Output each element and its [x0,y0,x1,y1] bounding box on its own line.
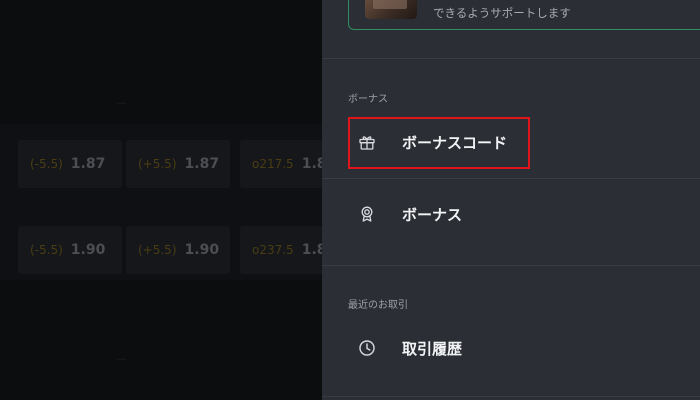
divider [322,396,700,397]
menu-item-transaction-history[interactable]: 取引履歴 [348,324,698,372]
clock-icon [356,337,378,359]
menu-item-bonus[interactable]: ボーナス [348,190,698,238]
badge-icon [356,203,378,225]
odds-cell[interactable]: (-5.5) 1.87 [18,140,122,188]
side-menu-panel: できるようサポートします ボーナス ボーナスコード ボーナス 最近のお取引 取引… [322,0,700,400]
odds-cell[interactable]: (-5.5) 1.90 [18,226,122,274]
odds-price: 1.87 [184,156,220,172]
odds-line: o217.5 [252,157,294,171]
menu-item-label: ボーナスコード [402,133,508,152]
odds-line: (+5.5) [138,157,177,171]
odds-price: 1.90 [70,242,106,258]
menu-item-bonus-code[interactable]: ボーナスコード [348,118,698,166]
background-faint-text: — [116,96,127,109]
background-page-overlay[interactable]: — (-5.5) 1.87 (+5.5) 1.87 o217.5 1.8 (-5… [0,0,344,400]
divider [322,265,700,266]
gift-icon [356,131,378,153]
odds-price: 1.87 [70,156,106,172]
divider [322,58,700,59]
promo-banner[interactable]: できるようサポートします [348,0,700,30]
menu-item-label: 取引履歴 [402,339,463,358]
odds-cell[interactable]: (+5.5) 1.87 [126,140,230,188]
odds-line: (-5.5) [30,157,63,171]
promo-text: できるようサポートします [433,6,571,20]
odds-line: (-5.5) [30,243,63,257]
odds-cell[interactable]: (+5.5) 1.90 [126,226,230,274]
divider [322,178,700,179]
section-label-recent-transactions: 最近のお取引 [348,300,408,311]
odds-line: (+5.5) [138,243,177,257]
menu-item-label: ボーナス [402,205,463,224]
odds-line: o237.5 [252,243,294,257]
background-faint-text: — [116,352,127,365]
screen: — (-5.5) 1.87 (+5.5) 1.87 o217.5 1.8 (-5… [0,0,700,400]
promo-image [365,0,417,19]
odds-price: 1.90 [184,242,220,258]
section-label-bonus: ボーナス [348,94,388,105]
